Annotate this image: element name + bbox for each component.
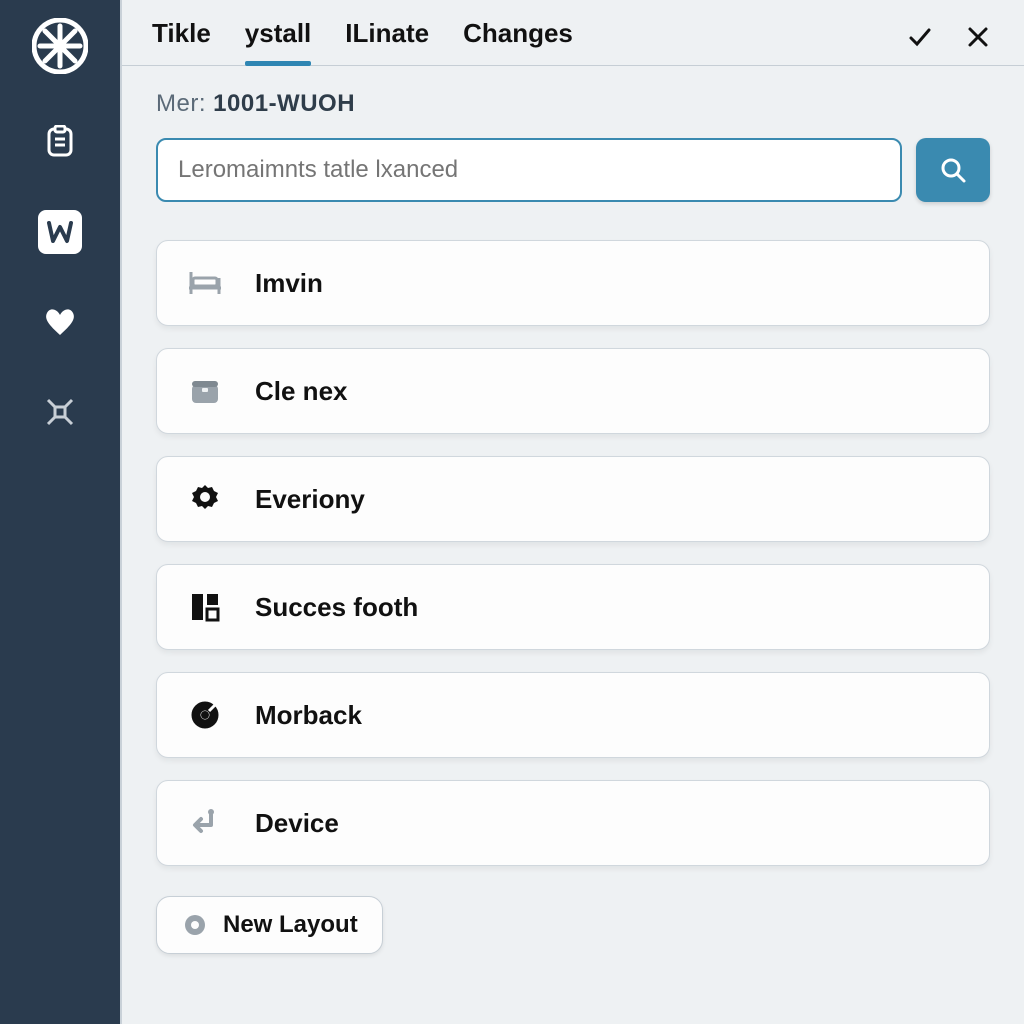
list-item-label: Morback [255,700,362,731]
list-item[interactable]: Succes footh [156,564,990,650]
box-icon [185,371,225,411]
sidebar [0,0,120,1024]
search-button[interactable] [916,138,990,202]
list-item[interactable]: Cle nex [156,348,990,434]
sidebar-heart-icon[interactable] [38,300,82,344]
sidebar-w-icon[interactable] [38,210,82,254]
content-area: Mer: 1001-WUOH [122,66,1024,974]
sidebar-clipboard-icon[interactable] [38,120,82,164]
list-item[interactable]: Everiony [156,456,990,542]
meta-value: 1001-WUOH [213,90,355,117]
bed-icon [185,263,225,303]
gear-icon [185,479,225,519]
list-item-label: Succes footh [255,592,418,623]
route-icon [185,803,225,843]
item-list: Imvin Cle nex [156,240,990,866]
search-input[interactable] [156,138,902,202]
pin-icon [181,911,209,939]
app-logo [32,18,88,74]
list-item[interactable]: Device [156,780,990,866]
target-icon [185,695,225,735]
close-button[interactable] [962,21,994,53]
tabs-row: Tikle ystall ILinate Changes [122,0,1024,66]
tab-ilinate[interactable]: ILinate [345,18,429,65]
tab-ystall[interactable]: ystall [245,18,312,65]
confirm-button[interactable] [904,21,936,53]
sidebar-crop-icon[interactable] [38,390,82,434]
list-item[interactable]: Imvin [156,240,990,326]
meta-prefix: Mer: [156,90,206,117]
meta-label: Mer: 1001-WUOH [156,90,990,118]
tab-changes[interactable]: Changes [463,18,573,65]
list-item[interactable]: Morback [156,672,990,758]
list-item-label: Cle nex [255,376,348,407]
search-row [156,138,990,202]
list-item-label: Imvin [255,268,323,299]
tabs: Tikle ystall ILinate Changes [152,18,573,65]
new-layout-label: New Layout [223,911,358,939]
tab-tikle[interactable]: Tikle [152,18,211,65]
columns-icon [185,587,225,627]
tab-actions [904,21,994,63]
new-layout-button[interactable]: New Layout [156,896,383,954]
list-item-label: Device [255,808,339,839]
list-item-label: Everiony [255,484,365,515]
main-panel: Tikle ystall ILinate Changes Mer: 1001-W… [120,0,1024,1024]
